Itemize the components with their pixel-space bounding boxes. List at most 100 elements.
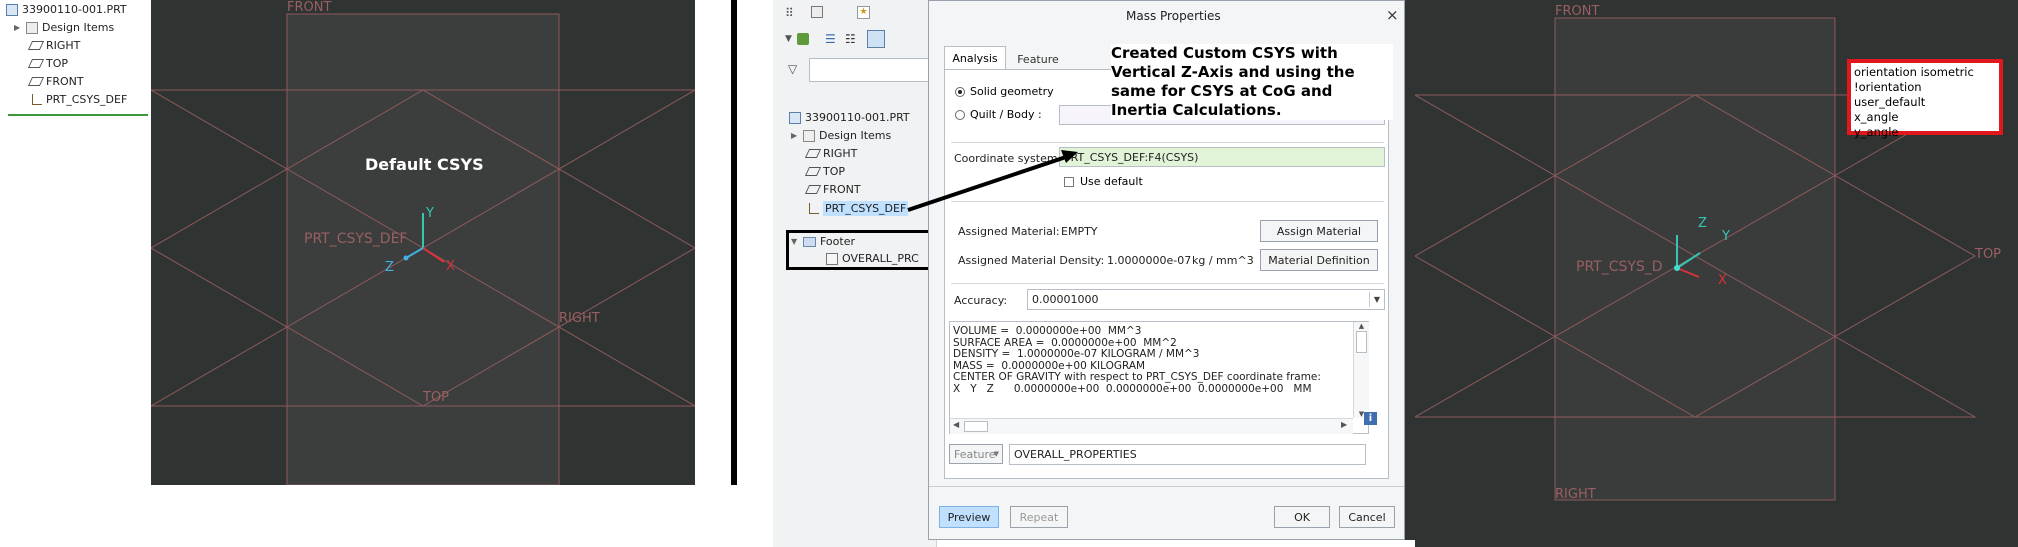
repeat-button[interactable]: Repeat <box>1010 506 1068 528</box>
tree-columns-icon[interactable]: ☰ <box>825 32 836 46</box>
result-line: DENSITY = 1.0000000e-07 KILOGRAM / MM^3 <box>953 348 1200 360</box>
close-icon[interactable]: × <box>1386 6 1399 24</box>
part-icon <box>6 3 18 16</box>
density-label: Assigned Material Density: <box>958 254 1105 267</box>
csys-name-label: PRT_CSYS_DEF <box>304 231 408 247</box>
use-default-checkbox[interactable]: Use default <box>1064 175 1143 188</box>
preview-button[interactable]: Preview <box>939 506 999 528</box>
scroll-left-arrow-icon[interactable]: ◀ <box>953 420 959 429</box>
insert-here-line <box>8 114 148 116</box>
layers-icon[interactable] <box>811 6 823 18</box>
middle-tree-panel: ⠿ ★ ▼ ☰ ☷ ▽ 33900110-001.PRT ▶ Design It… <box>773 0 937 547</box>
config-line: y_angle <box>1854 125 1899 139</box>
tree-settings-icon[interactable] <box>867 30 885 48</box>
datum-plane-icon <box>27 77 45 86</box>
tree-search-input[interactable] <box>809 58 934 82</box>
coord-system-label: Coordinate system: <box>954 152 1062 165</box>
feature-dropdown-label: Feature <box>954 447 996 461</box>
part-icon <box>789 111 801 124</box>
chevron-down-icon[interactable]: ▼ <box>1369 292 1384 307</box>
accuracy-select[interactable]: 0.00001000 <box>1027 289 1385 310</box>
feature-dropdown[interactable]: Feature ▼ <box>949 444 1003 464</box>
tree-item-label: TOP <box>46 57 69 70</box>
datum-front-label: FRONT <box>1555 4 1600 19</box>
horizontal-scrollbar[interactable]: ◀ ▶ <box>950 418 1353 434</box>
section-divider <box>951 283 1384 284</box>
solid-geometry-radio[interactable]: Solid geometry <box>955 85 1054 98</box>
part-cube-icon[interactable] <box>797 33 809 45</box>
favorite-icon[interactable]: ★ <box>857 6 870 19</box>
design-items-icon <box>26 21 38 34</box>
ok-button[interactable]: OK <box>1274 506 1330 528</box>
tab-analysis[interactable]: Analysis <box>944 46 1006 70</box>
density-unit: kg / mm^3 <box>1192 254 1254 267</box>
tree-item-label: PRT_CSYS_DEF <box>46 93 128 106</box>
tree-item-label: FRONT <box>46 75 84 88</box>
vertical-scrollbar[interactable]: ▲ ▼ <box>1353 322 1369 418</box>
assign-material-button[interactable]: Assign Material <box>1260 220 1378 242</box>
config-options-box: orientation isometric !orientation user_… <box>1847 59 2003 139</box>
axis-x-label: X <box>446 259 455 274</box>
tree-item-footer[interactable]: ▼ Footer <box>791 235 855 248</box>
tree-item-front[interactable]: FRONT <box>27 75 84 88</box>
collapse-arrow-icon[interactable]: ▼ <box>791 237 799 246</box>
datum-top-label: TOP <box>1975 247 2002 262</box>
left-graphics-viewport[interactable]: FRONT RIGHT TOP PRT_CSYS_DEF Y X Z Defau… <box>151 0 695 485</box>
datum-front-label: FRONT <box>287 0 332 15</box>
expand-arrow-icon[interactable]: ▶ <box>14 23 22 32</box>
datum-right-label: RIGHT <box>1555 487 1596 502</box>
tree-toggle-icon[interactable]: ⠿ <box>785 6 794 20</box>
tree-filter-list-icon[interactable]: ☷ <box>845 32 856 46</box>
tab-label: Feature <box>1017 52 1059 66</box>
results-text-area[interactable]: VOLUME = 0.0000000e+00 MM^3 SURFACE AREA… <box>949 321 1369 434</box>
axis-x-label: X <box>1718 273 1727 288</box>
toolbar-second-row: ▼ ☰ ☷ <box>785 30 935 50</box>
tree-item-prt-csys-def[interactable]: PRT_CSYS_DEF <box>30 93 127 106</box>
radio-label: Solid geometry <box>970 85 1054 98</box>
csys-name-label: PRT_CSYS_D <box>1576 259 1663 275</box>
tree-item-top[interactable]: TOP <box>27 57 69 70</box>
model-icon[interactable]: ▼ <box>785 34 792 44</box>
tree-root-label: 33900110-001.PRT <box>22 3 127 16</box>
feature-name-field[interactable]: OVERALL_PROPERTIES <box>1009 444 1366 465</box>
tree-item-top[interactable]: TOP <box>804 165 845 178</box>
default-csys-annotation: Default CSYS <box>365 155 484 174</box>
scroll-thumb[interactable] <box>1356 331 1367 353</box>
axis-y-label: Y <box>426 206 434 221</box>
expand-arrow-icon[interactable]: ▶ <box>791 131 799 140</box>
tab-feature[interactable]: Feature <box>1008 48 1068 70</box>
tree-item-design-items[interactable]: ▶ Design Items <box>791 129 891 142</box>
datum-plane-icon <box>27 59 45 68</box>
tree-item-right[interactable]: RIGHT <box>27 39 80 52</box>
checkbox-icon <box>1064 176 1074 187</box>
right-graphics-viewport[interactable]: FRONT RIGHT TOP PRT_CSYS_D Z Y X orienta… <box>1415 0 2018 547</box>
filter-icon[interactable]: ▽ <box>788 62 797 76</box>
section-divider <box>951 142 1384 143</box>
tree-item-design-items[interactable]: ▶ Design Items <box>14 21 114 34</box>
config-line: !orientation user_default <box>1854 80 1926 109</box>
tree-item-label: OVERALL_PRC <box>842 252 919 265</box>
dialog-shadow-strip <box>1405 0 1415 540</box>
callout-annotation: Created Custom CSYS with Vertical Z-Axis… <box>1111 44 1393 120</box>
quilt-body-radio[interactable]: Quilt / Body : <box>955 108 1042 121</box>
axis-z-label: Z <box>385 260 394 275</box>
csys-icon <box>807 202 819 215</box>
datum-top-label: TOP <box>423 390 450 405</box>
scroll-up-arrow-icon[interactable]: ▲ <box>1354 322 1369 330</box>
cancel-button[interactable]: Cancel <box>1339 506 1395 528</box>
config-line: x_angle <box>1854 110 1899 124</box>
coord-system-field[interactable]: PRT_CSYS_DEF:F4(CSYS) <box>1059 147 1385 167</box>
info-icon[interactable]: i <box>1364 412 1377 425</box>
scroll-right-arrow-icon[interactable]: ▶ <box>1341 420 1347 429</box>
tree-item-right[interactable]: RIGHT <box>804 147 858 160</box>
tree-item-front[interactable]: FRONT <box>804 183 861 196</box>
csys-icon <box>30 93 42 106</box>
tree-root[interactable]: 33900110-001.PRT <box>789 111 910 124</box>
density-value: 1.0000000e-07 <box>1107 254 1192 267</box>
tree-root[interactable]: 33900110-001.PRT <box>6 3 127 16</box>
tree-item-label: RIGHT <box>823 147 858 160</box>
material-definition-button[interactable]: Material Definition <box>1260 249 1378 271</box>
scroll-h-thumb[interactable] <box>964 421 988 432</box>
tree-item-overall-properties[interactable]: OVERALL_PRC <box>826 252 919 265</box>
tree-item-prt-csys-def[interactable]: PRT_CSYS_DEF <box>807 201 909 216</box>
